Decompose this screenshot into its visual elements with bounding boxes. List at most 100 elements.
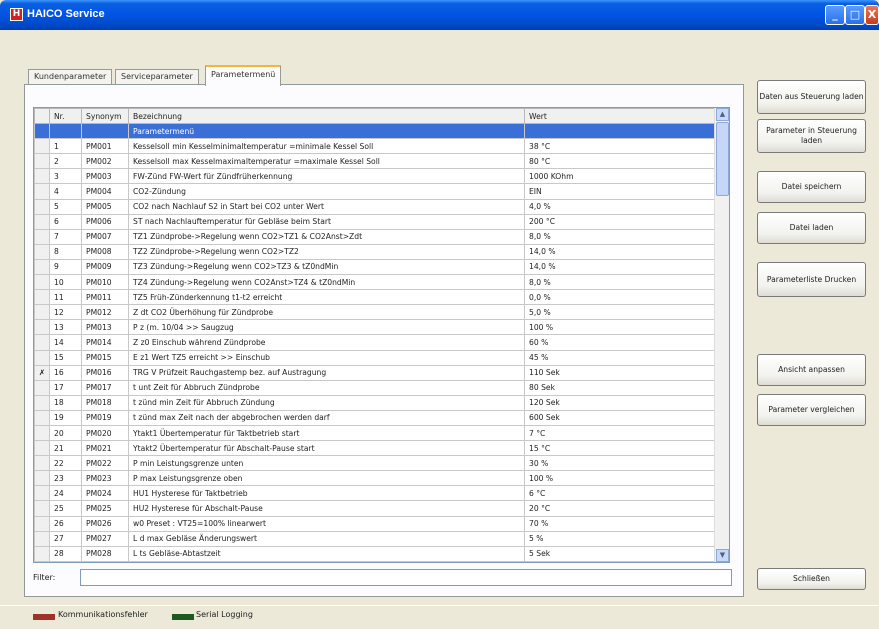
row-selector[interactable] <box>34 168 50 185</box>
table-row[interactable]: 9 PM009 TZ3 Zündung->Regelung wenn CO2>TZ3… <box>34 258 717 276</box>
row-selector[interactable] <box>34 228 50 245</box>
row-selector[interactable] <box>34 153 50 170</box>
table-row[interactable]: ✗ 16 PM016 TRG V Prüfzeit Rauchgastemp bez.… <box>34 364 717 381</box>
cell-bezeichnung: Kesselsoll min Kesselminimaltemperatur =… <box>128 138 525 155</box>
row-selector[interactable] <box>34 424 50 442</box>
adjust-view-button[interactable]: Ansicht anpassen <box>757 354 866 386</box>
cell-wert: 6 °C <box>524 485 717 502</box>
row-selector[interactable] <box>34 470 50 487</box>
row-selector[interactable] <box>34 440 50 457</box>
col-header-synonym[interactable]: Synonym <box>81 108 129 125</box>
print-parameter-list-button[interactable]: Parameterliste Drucken <box>757 262 866 297</box>
col-header-nr[interactable]: Nr. <box>49 108 82 125</box>
table-row[interactable]: 14 PM014 Z z0 Einschub während Zündprobe 60… <box>34 334 717 351</box>
parameter-grid: Nr. Synonym Bezeichnung Wert Parameterme… <box>33 107 730 563</box>
row-selector[interactable] <box>34 213 50 230</box>
table-row[interactable]: 28 PM028 L ts Gebläse-Abtastzeit 5 Sek <box>34 545 717 562</box>
cell-bezeichnung: HU1 Hysterese für Taktbetrieb <box>128 485 525 502</box>
row-selector[interactable] <box>34 500 50 517</box>
row-selector[interactable] <box>34 545 50 562</box>
table-row[interactable]: Parametermenü <box>34 123 717 140</box>
col-header-wert[interactable]: Wert <box>524 108 717 125</box>
tab-kundenparameter[interactable]: Kundenparameter <box>28 69 113 85</box>
table-row[interactable]: 23 PM023 P max Leistungsgrenze oben 100 % <box>34 470 717 487</box>
row-selector[interactable] <box>34 123 50 140</box>
row-selector[interactable] <box>34 409 50 426</box>
table-row[interactable]: 20 PM020 Ytakt1 Übertemperatur für Taktbet… <box>34 424 717 442</box>
table-row[interactable]: 7 PM007 TZ1 Zündprobe->Regelung wenn CO2>T… <box>34 228 717 245</box>
row-selector[interactable] <box>34 379 50 396</box>
table-row[interactable]: 8 PM008 TZ2 Zündprobe->Regelung wenn CO2>T… <box>34 243 717 260</box>
table-row[interactable]: 6 PM006 ST nach Nachlauftemperatur für Geb… <box>34 213 717 230</box>
table-row[interactable]: 10 PM010 TZ4 Zündung->Regelung wenn CO2Ans… <box>34 274 717 291</box>
row-selector[interactable] <box>34 274 50 291</box>
col-header-selector <box>34 108 50 125</box>
row-selector[interactable] <box>34 319 50 336</box>
row-selector[interactable] <box>34 243 50 260</box>
table-row[interactable]: 12 PM012 Z dt CO2 Überhöhung für Zündprobe… <box>34 304 717 321</box>
col-header-bezeichnung[interactable]: Bezeichnung <box>128 108 525 125</box>
table-row[interactable]: 1 PM001 Kesselsoll min Kesselminimaltemper… <box>34 138 717 155</box>
table-row[interactable]: 21 PM021 Ytakt2 Übertemperatur für Abschal… <box>34 440 717 457</box>
cell-nr: 11 <box>49 289 82 306</box>
scroll-down-icon[interactable]: ▼ <box>716 549 729 562</box>
table-row[interactable]: 26 PM026 w0 Preset : VT25=100% linearwert 7… <box>34 515 717 532</box>
table-row[interactable]: 19 PM019 t zünd max Zeit nach der abgebroc… <box>34 409 717 426</box>
title-bar[interactable]: H HAICO Service _ □ X <box>0 0 879 30</box>
tab-parametermenu[interactable]: Parametermenü <box>205 65 282 86</box>
cell-wert: 20 °C <box>524 500 717 517</box>
table-row[interactable]: 2 PM002 Kesselsoll max Kesselmaximaltemper… <box>34 153 717 170</box>
row-selector[interactable] <box>34 289 50 306</box>
scroll-thumb[interactable] <box>716 122 729 196</box>
cell-wert: 8,0 % <box>524 228 717 245</box>
table-row[interactable]: 4 PM004 CO2-Zündung EIN <box>34 183 717 200</box>
table-row[interactable]: 3 PM003 FW-Zünd FW-Wert für Zündfrüherkenn… <box>34 168 717 185</box>
row-selector[interactable] <box>34 258 50 276</box>
minimize-button[interactable]: _ <box>825 5 845 25</box>
row-selector[interactable] <box>34 349 50 366</box>
table-row[interactable]: 27 PM027 L d max Gebläse Änderungswert 5 % <box>34 530 717 547</box>
cell-wert <box>524 123 717 140</box>
compare-parameters-button[interactable]: Parameter vergleichen <box>757 394 866 426</box>
table-row[interactable]: 18 PM018 t zünd min Zeit für Abbruch Zündu… <box>34 394 717 411</box>
close-button[interactable]: Schließen <box>757 568 866 590</box>
row-selector[interactable] <box>34 530 50 547</box>
cell-synonym: PM020 <box>81 424 129 442</box>
table-row[interactable]: 5 PM005 CO2 nach Nachlauf S2 in Start bei … <box>34 198 717 215</box>
maximize-button[interactable]: □ <box>845 5 865 25</box>
close-window-button[interactable]: X <box>865 5 879 25</box>
save-file-button[interactable]: Datei speichern <box>757 171 866 203</box>
cell-bezeichnung: Ytakt1 Übertemperatur für Taktbetrieb st… <box>128 424 525 442</box>
cell-synonym: PM013 <box>81 319 129 336</box>
table-row[interactable]: 17 PM017 t unt Zeit für Abbruch Zündprobe 8… <box>34 379 717 396</box>
cell-synonym: PM028 <box>81 545 129 562</box>
row-selector[interactable] <box>34 198 50 215</box>
filter-input[interactable] <box>80 569 732 586</box>
row-selector[interactable] <box>34 334 50 351</box>
tab-serviceparameter[interactable]: Serviceparameter <box>115 69 199 85</box>
row-selector[interactable] <box>34 304 50 321</box>
cell-synonym: PM025 <box>81 500 129 517</box>
table-row[interactable]: 13 PM013 P z (m. 10/04 >> Saugzug 100 % <box>34 319 717 336</box>
cell-synonym: PM026 <box>81 515 129 532</box>
cell-nr: 7 <box>49 228 82 245</box>
load-data-from-controller-button[interactable]: Daten aus Steuerung laden <box>757 80 866 114</box>
table-row[interactable]: 24 PM024 HU1 Hysterese für Taktbetrieb 6 °C <box>34 485 717 502</box>
grid-vertical-scrollbar[interactable]: ▲ ▼ <box>714 108 729 562</box>
cell-nr: 4 <box>49 183 82 200</box>
row-selector[interactable] <box>34 183 50 200</box>
row-selector[interactable] <box>34 515 50 532</box>
scroll-up-icon[interactable]: ▲ <box>716 108 729 121</box>
load-parameters-to-controller-button[interactable]: Parameter in Steuerung laden <box>757 119 866 153</box>
row-selector[interactable] <box>34 455 50 472</box>
row-selector[interactable] <box>34 138 50 155</box>
row-selector[interactable] <box>34 394 50 411</box>
row-selector[interactable]: ✗ <box>34 364 50 381</box>
table-row[interactable]: 15 PM015 E z1 Wert TZ5 erreicht >> Einschu… <box>34 349 717 366</box>
load-file-button[interactable]: Datei laden <box>757 212 866 244</box>
table-row[interactable]: 22 PM022 P min Leistungsgrenze unten 30 % <box>34 455 717 472</box>
row-selector[interactable] <box>34 485 50 502</box>
table-row[interactable]: 11 PM011 TZ5 Früh-Zünderkennung t1-t2 erre… <box>34 289 717 306</box>
cell-nr: 3 <box>49 168 82 185</box>
table-row[interactable]: 25 PM025 HU2 Hysterese für Abschalt-Pause 2… <box>34 500 717 517</box>
